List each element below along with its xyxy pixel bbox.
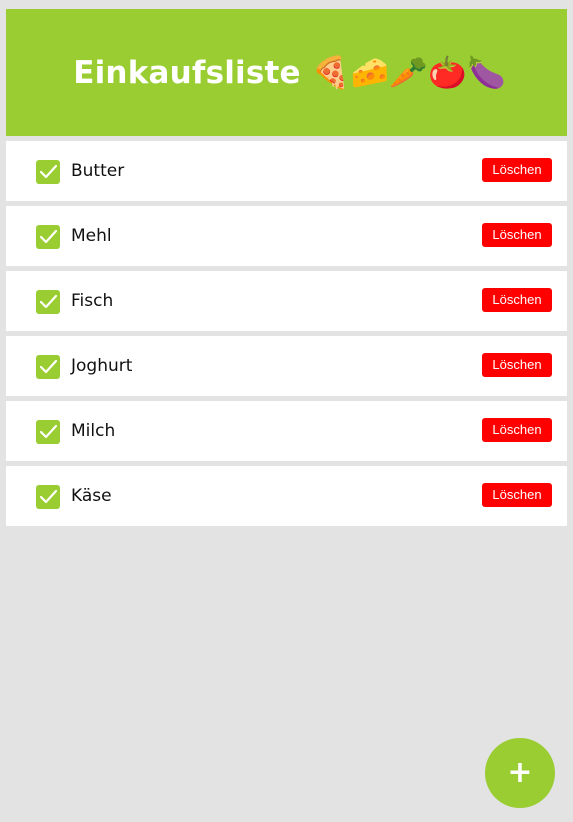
checkbox[interactable] <box>36 420 60 444</box>
list-item: Joghurt Löschen <box>6 336 567 396</box>
item-label: Fisch <box>71 291 114 311</box>
checkmark-icon <box>39 229 58 244</box>
checkmark-icon <box>39 489 58 504</box>
delete-button[interactable]: Löschen <box>482 418 552 442</box>
checkbox[interactable] <box>36 160 60 184</box>
item-label: Käse <box>71 486 112 506</box>
item-label: Joghurt <box>71 356 133 376</box>
page-title: Einkaufsliste 🍕🧀🥕🍅🍆 <box>73 55 506 91</box>
list-item: Milch Löschen <box>6 401 567 461</box>
checkmark-icon <box>39 359 58 374</box>
top-strip <box>0 0 573 9</box>
delete-button[interactable]: Löschen <box>482 158 552 182</box>
list-item: Mehl Löschen <box>6 206 567 266</box>
delete-button[interactable]: Löschen <box>482 483 552 507</box>
list-item: Butter Löschen <box>6 141 567 201</box>
checkbox[interactable] <box>36 355 60 379</box>
checkbox[interactable] <box>36 290 60 314</box>
delete-button[interactable]: Löschen <box>482 353 552 377</box>
item-label: Milch <box>71 421 116 441</box>
list-item: Käse Löschen <box>6 466 567 526</box>
checkbox[interactable] <box>36 485 60 509</box>
list-item: Fisch Löschen <box>6 271 567 331</box>
delete-button[interactable]: Löschen <box>482 288 552 312</box>
checkmark-icon <box>39 424 58 439</box>
delete-button[interactable]: Löschen <box>482 223 552 247</box>
checkbox[interactable] <box>36 225 60 249</box>
checkmark-icon <box>39 294 58 309</box>
app-header: Einkaufsliste 🍕🧀🥕🍅🍆 <box>6 9 567 136</box>
shopping-list: Butter Löschen Mehl Löschen Fisch Lösche… <box>6 141 567 531</box>
item-label: Butter <box>71 161 125 181</box>
checkmark-icon <box>39 164 58 179</box>
add-item-button[interactable]: + <box>485 738 555 808</box>
item-label: Mehl <box>71 226 112 246</box>
